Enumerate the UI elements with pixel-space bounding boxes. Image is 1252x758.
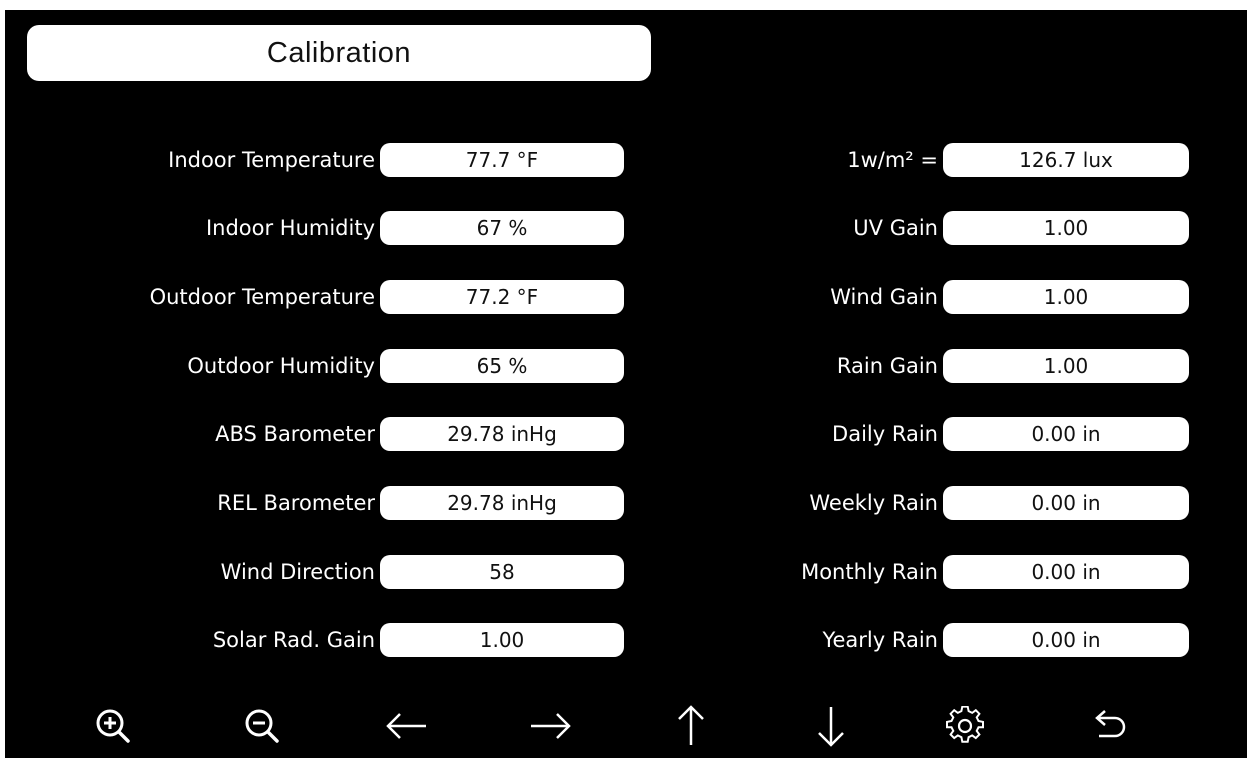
back-icon <box>1095 710 1126 738</box>
arrow-right-button[interactable] <box>522 698 578 754</box>
zoom-out-button[interactable] <box>234 698 290 754</box>
field-label: UV Gain <box>853 216 938 240</box>
field-label: 1w/m² = <box>847 148 938 172</box>
title-bar: Calibration <box>27 25 651 81</box>
rain-gain-field[interactable]: 1.00 <box>943 349 1189 383</box>
arrow-down-icon <box>818 707 844 747</box>
zoom-out-icon <box>245 709 279 743</box>
arrow-left-icon <box>386 713 426 739</box>
bottom-toolbar <box>5 692 1247 758</box>
field-label: Yearly Rain <box>822 628 938 652</box>
arrow-up-icon <box>678 705 704 745</box>
field-label: Daily Rain <box>832 422 938 446</box>
field-row-daily-rain: Daily Rain 0.00 in <box>5 416 1189 452</box>
gear-icon <box>946 706 984 743</box>
zoom-in-icon <box>96 709 130 743</box>
field-row-yearly-rain: Yearly Rain 0.00 in <box>5 622 1189 658</box>
field-row-rain-gain: Rain Gain 1.00 <box>5 348 1189 384</box>
field-row-lux-conversion: 1w/m² = 126.7 lux <box>5 142 1189 178</box>
uv-gain-field[interactable]: 1.00 <box>943 211 1189 245</box>
back-button[interactable] <box>1083 698 1139 754</box>
field-label: Wind Gain <box>830 285 938 309</box>
zoom-in-button[interactable] <box>85 698 141 754</box>
field-label: Rain Gain <box>836 354 938 378</box>
arrow-up-button[interactable] <box>663 698 719 754</box>
arrow-down-button[interactable] <box>803 698 859 754</box>
settings-button[interactable] <box>937 698 993 754</box>
field-label: Monthly Rain <box>801 560 938 584</box>
field-row-monthly-rain: Monthly Rain 0.00 in <box>5 554 1189 590</box>
monthly-rain-field[interactable]: 0.00 in <box>943 555 1189 589</box>
yearly-rain-field[interactable]: 0.00 in <box>943 623 1189 657</box>
arrow-right-icon <box>531 713 571 739</box>
field-row-uv-gain: UV Gain 1.00 <box>5 210 1189 246</box>
page-title: Calibration <box>266 36 412 69</box>
calibration-screen: Calibration Indoor Temperature 77.7 °F I… <box>5 10 1247 758</box>
weekly-rain-field[interactable]: 0.00 in <box>943 486 1189 520</box>
field-row-wind-gain: Wind Gain 1.00 <box>5 279 1189 315</box>
field-row-weekly-rain: Weekly Rain 0.00 in <box>5 485 1189 521</box>
lux-conversion-field[interactable]: 126.7 lux <box>943 143 1189 177</box>
field-label: Weekly Rain <box>809 491 938 515</box>
arrow-left-button[interactable] <box>379 698 435 754</box>
wind-gain-field[interactable]: 1.00 <box>943 280 1189 314</box>
daily-rain-field[interactable]: 0.00 in <box>943 417 1189 451</box>
